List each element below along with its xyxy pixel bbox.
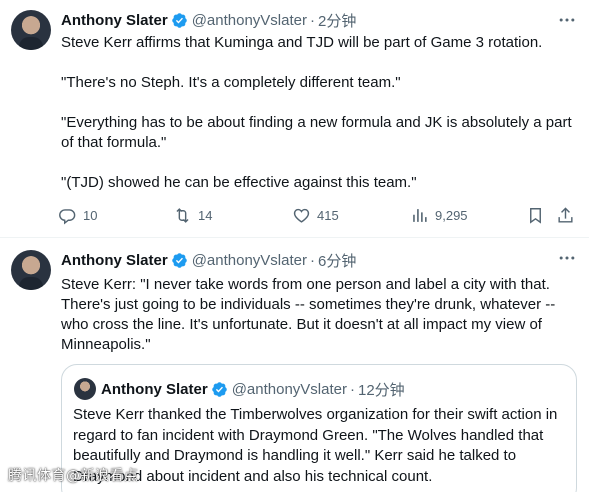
- tweet-header: Anthony Slater @anthonyVslater · 2分钟: [61, 9, 356, 31]
- views-button[interactable]: 9,295: [410, 204, 468, 226]
- quoted-tweet-text: Steve Kerr thanked the Timberwolves orga…: [73, 406, 558, 485]
- separator-dot: ·: [309, 11, 315, 29]
- retweet-icon: [176, 207, 189, 223]
- author-name[interactable]: Anthony Slater: [61, 12, 168, 29]
- action-bar: 10 14 415 9,295: [58, 204, 583, 226]
- tweet-paragraph: Steve Kerr: "I never take words from one…: [61, 276, 556, 353]
- tweet-1[interactable]: Anthony Slater @anthonyVslater · 2分钟 Ste…: [0, 0, 589, 238]
- heart-icon: [293, 208, 310, 223]
- quoted-avatar: [74, 378, 96, 400]
- like-button[interactable]: 415: [292, 204, 339, 226]
- share-icon: [558, 206, 573, 223]
- tweet-text: Steve Kerr affirms that Kuminga and TJD …: [61, 33, 573, 193]
- verified-badge-icon: [211, 381, 227, 397]
- separator-dot: ·: [349, 380, 355, 398]
- views-icon: [413, 208, 427, 222]
- author-handle[interactable]: @anthonyVslater: [192, 252, 307, 269]
- verified-badge-icon: [171, 12, 187, 28]
- tweet-paragraph: "Everything has to be about finding a ne…: [61, 114, 572, 151]
- quoted-author-handle: @anthonyVslater: [231, 380, 347, 398]
- tweet-paragraph: Steve Kerr affirms that Kuminga and TJD …: [61, 34, 543, 51]
- tweet-text: Steve Kerr: "I never take words from one…: [61, 275, 573, 355]
- bookmark-button[interactable]: [526, 204, 545, 226]
- timestamp[interactable]: 6分钟: [318, 250, 356, 271]
- more-options-icon[interactable]: [557, 10, 577, 30]
- reply-icon: [59, 208, 76, 224]
- author-name[interactable]: Anthony Slater: [61, 252, 168, 269]
- quoted-timestamp: 12分钟: [357, 381, 405, 399]
- bookmark-icon: [530, 207, 541, 224]
- retweet-count: 14: [198, 207, 213, 223]
- more-options-icon[interactable]: [557, 248, 577, 268]
- watermark-text: 腾讯体育@新浪看点: [8, 468, 139, 484]
- tweet-paragraph: "There's no Steph. It's a completely dif…: [61, 74, 401, 91]
- author-handle[interactable]: @anthonyVslater: [192, 12, 307, 29]
- separator-dot: ·: [309, 251, 315, 269]
- tweet-2[interactable]: Anthony Slater @anthonyVslater · 6分钟 Ste…: [0, 238, 589, 492]
- like-count: 415: [317, 207, 339, 223]
- quoted-header: Anthony Slater @anthonyVslater · 12分钟: [101, 378, 405, 400]
- tweet-paragraph: "(TJD) showed he can be effective agains…: [61, 174, 417, 191]
- avatar[interactable]: [11, 250, 51, 290]
- tweet-header: Anthony Slater @anthonyVslater · 6分钟: [61, 249, 356, 271]
- quoted-author-name: Anthony Slater: [101, 380, 208, 398]
- share-button[interactable]: [556, 204, 575, 226]
- views-count: 9,295: [435, 207, 468, 223]
- verified-badge-icon: [171, 252, 187, 268]
- timestamp[interactable]: 2分钟: [318, 10, 356, 31]
- reply-button[interactable]: 10: [58, 204, 97, 226]
- retweet-button[interactable]: 14: [173, 204, 212, 226]
- avatar[interactable]: [11, 10, 51, 50]
- reply-count: 10: [83, 207, 98, 223]
